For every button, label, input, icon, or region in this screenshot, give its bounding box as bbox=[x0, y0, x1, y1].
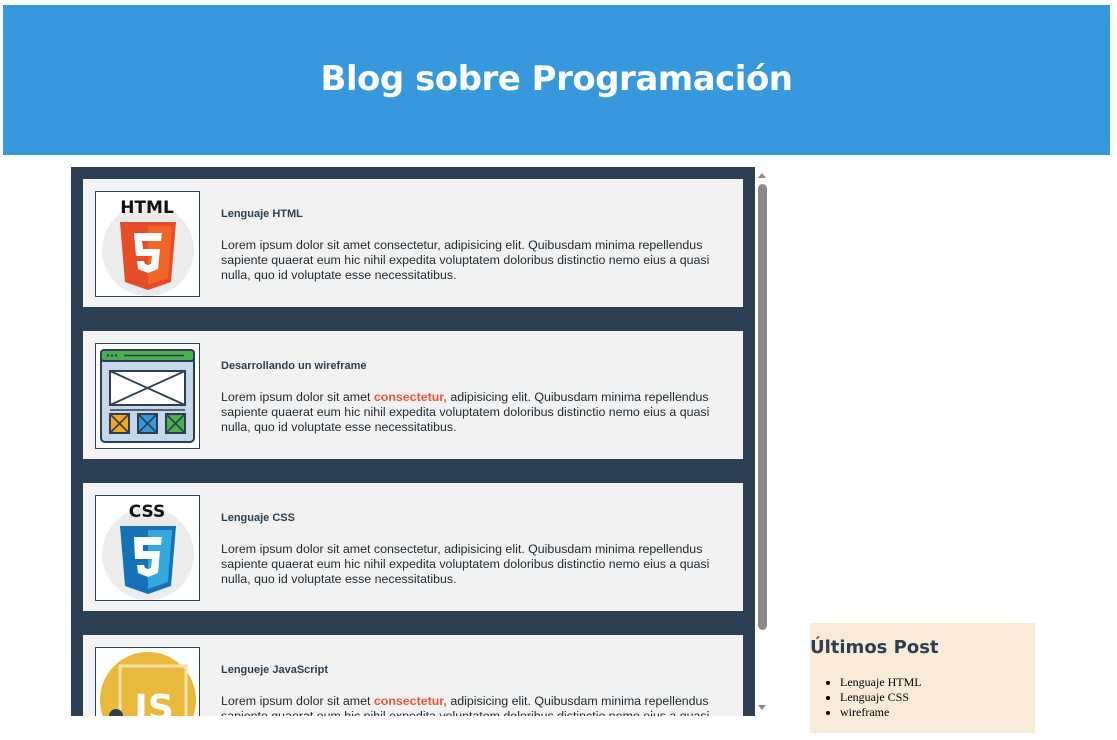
latest-post-link[interactable]: wireframe bbox=[840, 705, 922, 720]
latest-post-link[interactable]: Lenguaje HTML bbox=[840, 675, 922, 690]
wireframe-icon bbox=[100, 349, 195, 443]
post-text: Lorem ipsum dolor sit amet bbox=[221, 390, 374, 404]
latest-post-link[interactable]: Lenguaje CSS bbox=[840, 690, 922, 705]
page-title: Blog sobre Programación bbox=[320, 59, 793, 99]
post-card[interactable]: HTML Lenguaje HTML Lorem ipsum dolor sit… bbox=[83, 179, 743, 307]
feed-scrollbar[interactable] bbox=[755, 167, 770, 716]
post-card[interactable]: Desarrollando un wireframe Lorem ipsum d… bbox=[83, 331, 743, 459]
post-excerpt: Lorem ipsum dolor sit amet consectetur, … bbox=[221, 390, 731, 435]
post-title[interactable]: Lengueje JavaScript bbox=[221, 664, 328, 676]
sidebar-title: Últimos Post bbox=[810, 637, 939, 658]
post-excerpt: Lorem ipsum dolor sit amet consectetur, … bbox=[221, 694, 731, 716]
scroll-up-arrow-icon[interactable] bbox=[758, 173, 766, 178]
latest-posts-sidebar: Últimos Post Lenguaje HTML Lenguaje CSS … bbox=[810, 623, 1035, 733]
post-text: Lorem ipsum dolor sit amet consectetur, … bbox=[221, 542, 710, 586]
post-thumbnail bbox=[95, 343, 200, 449]
post-thumbnail: CSS bbox=[95, 495, 200, 601]
html5-logo-icon: HTML bbox=[102, 198, 194, 296]
post-excerpt: Lorem ipsum dolor sit amet consectetur, … bbox=[221, 542, 731, 587]
post-thumbnail: HTML bbox=[95, 191, 200, 297]
highlighted-text: consectetur, bbox=[373, 390, 447, 404]
css3-logo-icon: CSS bbox=[102, 502, 194, 600]
css-logo-text: CSS bbox=[129, 502, 166, 522]
scroll-down-arrow-icon[interactable] bbox=[758, 705, 766, 710]
post-card[interactable]: CSS Lenguaje CSS Lorem ipsum dolor sit a… bbox=[83, 483, 743, 611]
highlighted-text: consectetur, bbox=[373, 694, 447, 708]
post-text: Lorem ipsum dolor sit amet bbox=[221, 694, 374, 708]
post-title[interactable]: Lenguaje CSS bbox=[221, 512, 295, 524]
post-excerpt: Lorem ipsum dolor sit amet consectetur, … bbox=[221, 238, 731, 283]
post-card[interactable]: JS Lengueje JavaScript Lorem ipsum dolor… bbox=[83, 635, 743, 716]
post-title[interactable]: Lenguaje HTML bbox=[221, 208, 303, 220]
latest-posts-list: Lenguaje HTML Lenguaje CSS wireframe bbox=[810, 675, 922, 720]
site-header: Blog sobre Programación bbox=[3, 5, 1110, 155]
js-logo-text: JS bbox=[131, 688, 173, 716]
post-text: Lorem ipsum dolor sit amet consectetur, … bbox=[221, 238, 710, 282]
scrollbar-thumb[interactable] bbox=[758, 184, 767, 630]
post-thumbnail: JS bbox=[95, 647, 200, 716]
post-title[interactable]: Desarrollando un wireframe bbox=[221, 360, 367, 372]
javascript-logo-icon: JS bbox=[100, 652, 196, 716]
html-logo-text: HTML bbox=[120, 198, 174, 218]
posts-feed[interactable]: HTML Lenguaje HTML Lorem ipsum dolor sit… bbox=[71, 167, 755, 716]
